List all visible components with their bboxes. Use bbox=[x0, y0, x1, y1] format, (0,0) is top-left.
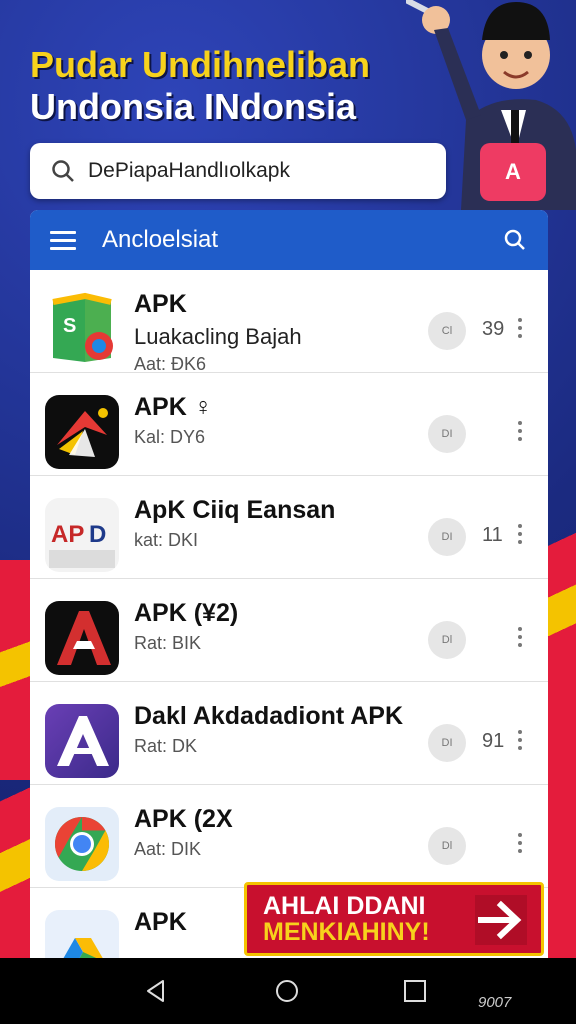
toolbar-search-icon[interactable] bbox=[502, 227, 528, 253]
star-bird-icon bbox=[45, 395, 119, 469]
home-icon[interactable] bbox=[274, 978, 300, 1004]
list-item[interactable]: APK (2X Aat: DIK Dl bbox=[30, 785, 548, 888]
more-options-icon[interactable] bbox=[512, 417, 528, 451]
download-button[interactable]: Dl bbox=[428, 827, 466, 865]
app-meta: Rat: DK bbox=[134, 736, 198, 756]
search-input[interactable] bbox=[86, 158, 430, 184]
more-options-icon[interactable] bbox=[512, 314, 528, 348]
app-meta: kat: DKI bbox=[134, 530, 199, 550]
app-meta: Aat: DIK bbox=[134, 839, 202, 859]
svg-text:S: S bbox=[63, 315, 76, 337]
more-options-icon[interactable] bbox=[512, 829, 528, 863]
system-navbar: 9007 bbox=[0, 958, 576, 1024]
app-name: APK bbox=[134, 908, 187, 936]
list-item[interactable]: APK (¥2) Rat: BIK Dl bbox=[30, 579, 548, 682]
app-subtitle: Luakacling Bajah bbox=[134, 324, 302, 349]
arrow-right-icon bbox=[475, 895, 527, 945]
page-title: Pudar Undihneliban Undonsia INdonsia bbox=[30, 44, 370, 128]
title-line-1: Pudar Undihneliban bbox=[30, 44, 371, 85]
promo-banner[interactable]: AHLAI DDANI MENKIAHINY! bbox=[244, 882, 544, 956]
more-options-icon[interactable] bbox=[512, 520, 528, 554]
recents-icon[interactable] bbox=[402, 978, 428, 1004]
app-count: 11 bbox=[482, 524, 503, 546]
search-bar[interactable] bbox=[30, 143, 446, 199]
app-logo-badge[interactable]: A bbox=[480, 143, 546, 201]
list-item[interactable]: APK ♀ Kal: DY6 DI bbox=[30, 373, 548, 476]
promo-line-2: MENKIAHINY! bbox=[263, 918, 430, 946]
app-meta: Kal: DY6 bbox=[134, 427, 206, 447]
download-button[interactable]: DI bbox=[428, 724, 466, 762]
svg-text:AP: AP bbox=[51, 521, 84, 548]
flag-stripe bbox=[0, 560, 30, 780]
app-name: APK (2X bbox=[134, 805, 233, 833]
maps-icon: S bbox=[45, 292, 119, 366]
app-name: ApK Ciiq Eansan bbox=[134, 496, 336, 524]
back-icon[interactable] bbox=[143, 978, 169, 1004]
title-line-2: Undonsia INdonsia bbox=[30, 86, 357, 127]
app-meta: Aat: ÐK6 bbox=[134, 354, 207, 374]
purple-a-icon bbox=[45, 704, 119, 778]
app-meta: Rat: BIK bbox=[134, 633, 202, 653]
app-count: 39 bbox=[482, 318, 505, 340]
version-label: 9007 bbox=[478, 994, 512, 1011]
download-button[interactable]: DI bbox=[428, 415, 466, 453]
app-list: S APK Luakacling Bajah Aat: ÐK6 Cl 39 AP… bbox=[30, 270, 548, 970]
download-button[interactable]: Dl bbox=[428, 621, 466, 659]
list-item[interactable]: S APK Luakacling Bajah Aat: ÐK6 Cl 39 bbox=[30, 270, 548, 374]
app-name: APK (¥2) bbox=[134, 599, 239, 627]
app-toolbar: Ancloelsiat bbox=[30, 210, 548, 270]
list-item[interactable]: AP D ApK Ciiq Eansan kat: DKI DI 11 bbox=[30, 476, 548, 579]
app-logo-label: A bbox=[505, 159, 521, 184]
app-name: APK bbox=[134, 290, 187, 318]
app-count: 91 bbox=[482, 730, 505, 752]
apd-icon: AP D bbox=[45, 498, 119, 572]
search-icon bbox=[52, 160, 74, 182]
promo-line-1: AHLAI DDANI bbox=[263, 892, 426, 920]
download-button[interactable]: DI bbox=[428, 518, 466, 556]
app-name: Dakl Akdadadiont APK bbox=[134, 702, 404, 730]
more-options-icon[interactable] bbox=[512, 623, 528, 657]
svg-text:D: D bbox=[89, 521, 106, 548]
hamburger-menu-icon[interactable] bbox=[50, 226, 76, 255]
red-a-icon bbox=[45, 601, 119, 675]
chrome-icon bbox=[45, 807, 119, 881]
list-item[interactable]: Dakl Akdadadiont APK Rat: DK DI 91 bbox=[30, 682, 548, 785]
more-options-icon[interactable] bbox=[512, 726, 528, 760]
app-name: APK ♀ bbox=[134, 393, 213, 421]
app-list-panel: Ancloelsiat S APK Luakacling Bajah Aat: … bbox=[30, 210, 548, 970]
toolbar-title: Ancloelsiat bbox=[102, 226, 219, 253]
download-button[interactable]: Cl bbox=[428, 312, 466, 350]
